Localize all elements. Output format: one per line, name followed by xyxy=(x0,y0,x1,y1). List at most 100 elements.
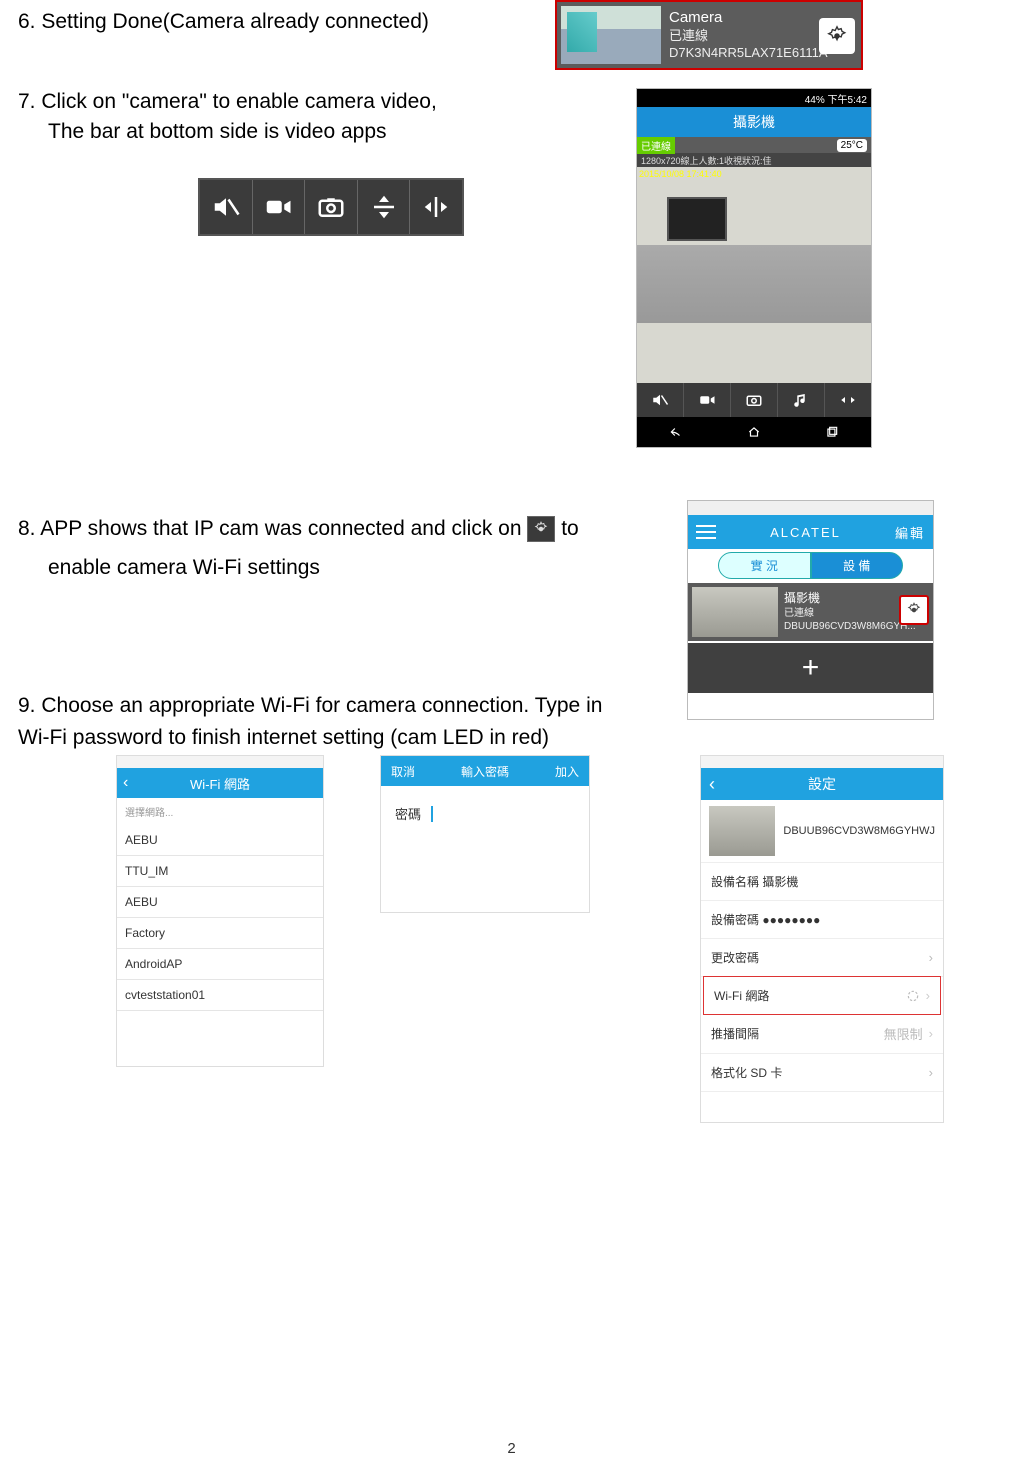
st-header: ‹ 設定 xyxy=(701,768,943,800)
st-push-row[interactable]: 推播間隔 無限制 › xyxy=(701,1014,943,1054)
chevron-right-icon: › xyxy=(929,1026,933,1041)
st-sd-row[interactable]: 格式化 SD 卡 › xyxy=(701,1054,943,1092)
phone7-video[interactable]: 2015/10/08 17:41:40 xyxy=(637,167,871,383)
st-back-button[interactable]: ‹ xyxy=(709,774,715,795)
st-push-value: 無限制 xyxy=(884,1024,923,1043)
p8-tabs: 實 況 設 備 xyxy=(688,549,933,581)
pw-label: 密碼 xyxy=(395,804,421,823)
phone7-navbar xyxy=(637,417,871,447)
phone-step8: ALCATEL 編輯 實 況 設 備 攝影機 已連線 DBUUB96CVD3W8… xyxy=(687,500,934,720)
nav-back-button[interactable] xyxy=(637,417,715,447)
st-name-label: 設備名稱 攝影機 xyxy=(711,873,798,890)
st-push-right: 無限制 › xyxy=(884,1024,933,1043)
nav-home-button[interactable] xyxy=(715,417,793,447)
wifi-item[interactable]: AEBU xyxy=(117,887,323,918)
video-timestamp: 2015/10/08 17:41:40 xyxy=(639,169,722,179)
st-device-id: DBUUB96CVD3W8M6GYHWJ xyxy=(783,825,935,837)
step-6-text: 6. Setting Done(Camera already connected… xyxy=(18,10,429,34)
p7-mute-button[interactable] xyxy=(637,383,684,417)
gear-icon xyxy=(826,25,848,47)
st-change-pw-row[interactable]: 更改密碼 › xyxy=(701,939,943,977)
pw-join-button[interactable]: 加入 xyxy=(555,763,579,780)
wl-back-button[interactable]: ‹ xyxy=(123,774,128,792)
wifi-item[interactable]: Factory xyxy=(117,918,323,949)
menu-button[interactable] xyxy=(696,525,716,539)
camera-card-id: D7K3N4RR5LAX71E6111A xyxy=(669,45,828,62)
add-camera-button[interactable]: + xyxy=(688,643,933,693)
pw-input-row[interactable]: 密碼 xyxy=(381,786,589,841)
wl-statusbar xyxy=(117,756,323,768)
camera-icon xyxy=(316,192,346,222)
wl-hint: 選擇網路... xyxy=(117,798,323,825)
step-9a: 9. Choose an appropriate Wi-Fi for camer… xyxy=(18,690,602,722)
phone7-meta: 1280x720線上人數:1收視狀況:佳 xyxy=(637,153,871,167)
tab-live[interactable]: 實 況 xyxy=(718,552,811,579)
pw-cancel-button[interactable]: 取消 xyxy=(391,763,415,780)
pw-header: 取消 輸入密碼 加入 xyxy=(381,756,589,786)
p8-cam-status: 已連線 xyxy=(784,607,916,620)
phone-step7: 44% 下午5:42 攝影機 已連線 25°C 1280x720線上人數:1收視… xyxy=(636,88,872,448)
edit-button[interactable]: 編輯 xyxy=(895,523,925,542)
st-change-pw-label: 更改密碼 xyxy=(711,949,759,966)
p8-camera-row[interactable]: 攝影機 已連線 DBUUB96CVD3W8M6GYH... xyxy=(688,583,933,641)
step-8-pre: 8. APP shows that IP cam was connected a… xyxy=(18,517,527,540)
chevron-right-icon: › xyxy=(929,1065,933,1080)
wifi-item[interactable]: TTU_IM xyxy=(117,856,323,887)
p7-snapshot-button[interactable] xyxy=(731,383,778,417)
wl-header: ‹ Wi-Fi 網路 xyxy=(117,768,323,798)
p8-cam-title: 攝影機 xyxy=(784,591,916,607)
mute-icon xyxy=(651,391,669,409)
flip-h-icon xyxy=(421,192,451,222)
step-8-post: to xyxy=(561,517,579,540)
wifi-item[interactable]: AEBU xyxy=(117,825,323,856)
video-icon xyxy=(263,192,293,222)
flip-v-icon xyxy=(369,192,399,222)
p7-music-button[interactable] xyxy=(778,383,825,417)
status-right: 44% 下午5:42 xyxy=(805,91,867,106)
gear-icon xyxy=(905,601,923,619)
camera-card-gear-button[interactable] xyxy=(819,18,855,54)
music-icon xyxy=(792,391,810,409)
st-device-pw-row[interactable]: 設備密碼 ●●●●●●●● xyxy=(701,901,943,939)
recent-icon xyxy=(825,425,839,439)
wl-title: Wi-Fi 網路 xyxy=(190,774,250,793)
st-sd-label: 格式化 SD 卡 xyxy=(711,1064,782,1081)
mute-icon xyxy=(211,192,241,222)
wifi-list-screen: ‹ Wi-Fi 網路 選擇網路... AEBU TTU_IM AEBU Fact… xyxy=(116,755,324,1067)
connected-badge: 已連線 xyxy=(637,137,675,154)
st-preview xyxy=(709,806,775,856)
st-wifi-label: Wi-Fi 網路 xyxy=(714,987,769,1004)
p7-flip-button[interactable] xyxy=(825,383,871,417)
chevron-right-icon: › xyxy=(926,988,930,1003)
wifi-item[interactable]: AndroidAP xyxy=(117,949,323,980)
camera-card: Camera 已連線 D7K3N4RR5LAX71E6111A xyxy=(555,0,863,70)
step-9b: Wi-Fi password to finish internet settin… xyxy=(18,722,602,754)
pw-title: 輸入密碼 xyxy=(461,763,509,780)
p8-cam-id: DBUUB96CVD3W8M6GYH... xyxy=(784,620,916,633)
nav-recent-button[interactable] xyxy=(793,417,871,447)
st-title: 設定 xyxy=(808,774,836,794)
inline-gear-button[interactable] xyxy=(527,516,555,542)
st-wifi-row[interactable]: Wi-Fi 網路 › xyxy=(703,976,941,1015)
st-push-label: 推播間隔 xyxy=(711,1025,759,1042)
chevron-right-icon: › xyxy=(929,950,933,965)
video-monitor-shape xyxy=(667,197,727,241)
p8-statusbar xyxy=(688,501,933,515)
flip-h-icon xyxy=(839,391,857,409)
snapshot-button[interactable] xyxy=(305,180,358,234)
mute-button[interactable] xyxy=(200,180,253,234)
phone7-toolbar xyxy=(637,383,871,417)
st-device-name-row[interactable]: 設備名稱 攝影機 xyxy=(701,863,943,901)
flip-horizontal-button[interactable] xyxy=(410,180,462,234)
status-bar: 44% 下午5:42 xyxy=(637,89,871,107)
record-button[interactable] xyxy=(253,180,306,234)
video-desk-shape xyxy=(637,245,871,323)
back-icon xyxy=(669,425,683,439)
p7-record-button[interactable] xyxy=(684,383,731,417)
wifi-item[interactable]: cvteststation01 xyxy=(117,980,323,1011)
flip-vertical-button[interactable] xyxy=(358,180,411,234)
step-9-text: 9. Choose an appropriate Wi-Fi for camer… xyxy=(18,690,602,753)
video-toolbar xyxy=(198,178,464,236)
tab-device[interactable]: 設 備 xyxy=(811,552,904,579)
p8-gear-button[interactable] xyxy=(899,595,929,625)
